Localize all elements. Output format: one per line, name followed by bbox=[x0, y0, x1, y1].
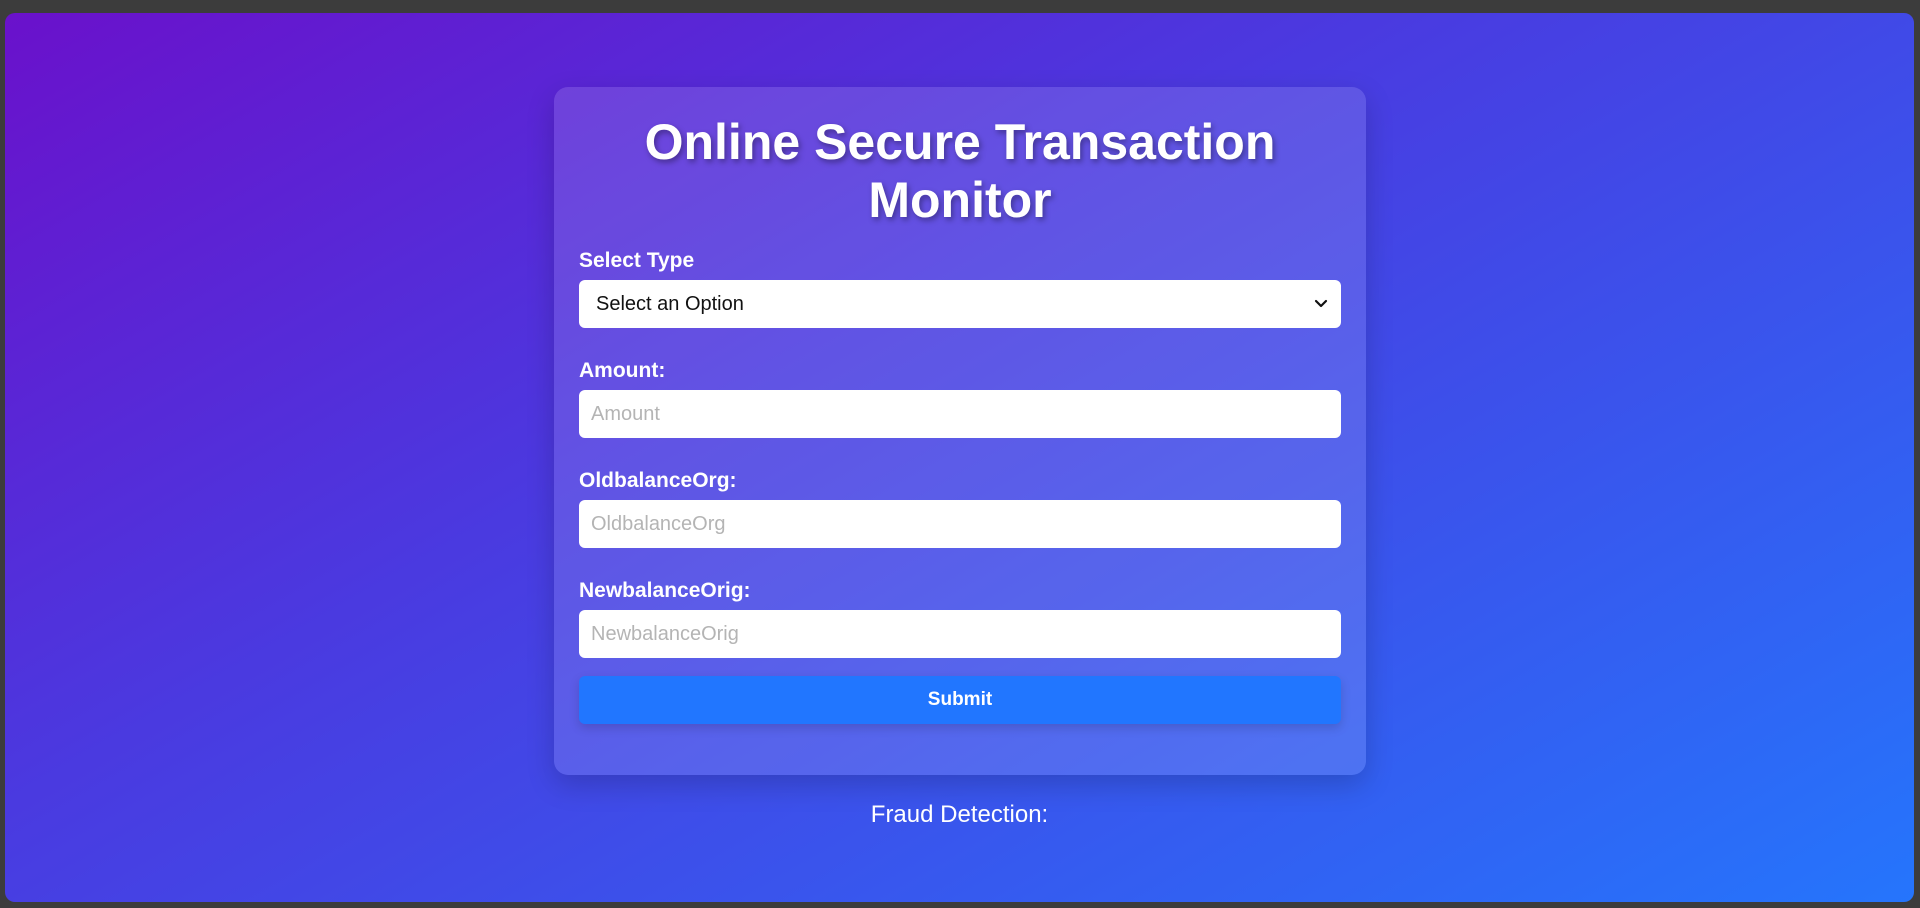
oldbalance-field-group: OldbalanceOrg: bbox=[579, 469, 1341, 548]
page-title: Online Secure Transaction Monitor bbox=[644, 114, 1276, 228]
amount-input[interactable] bbox=[579, 390, 1341, 438]
newbalance-label: NewbalanceOrig: bbox=[579, 579, 751, 602]
fraud-detection-result: Fraud Detection: bbox=[870, 801, 1049, 828]
amount-field-group: Amount: bbox=[579, 359, 1341, 438]
amount-label: Amount: bbox=[579, 359, 666, 382]
chevron-down-icon bbox=[1314, 299, 1328, 308]
type-select-value: Select an Option bbox=[596, 292, 744, 315]
newbalance-input[interactable] bbox=[579, 610, 1341, 658]
oldbalance-label: OldbalanceOrg: bbox=[579, 469, 737, 492]
oldbalance-input[interactable] bbox=[579, 500, 1341, 548]
type-label: Select Type bbox=[579, 249, 695, 272]
submit-button[interactable]: Submit bbox=[579, 676, 1341, 724]
page-background: Online Secure Transaction Monitor Select… bbox=[5, 13, 1914, 902]
newbalance-field-group: NewbalanceOrig: bbox=[579, 579, 1341, 658]
type-field-group: Select Type Select an Option bbox=[579, 249, 1341, 328]
transaction-form-card: Online Secure Transaction Monitor Select… bbox=[554, 87, 1366, 775]
type-select[interactable]: Select an Option bbox=[579, 280, 1341, 328]
